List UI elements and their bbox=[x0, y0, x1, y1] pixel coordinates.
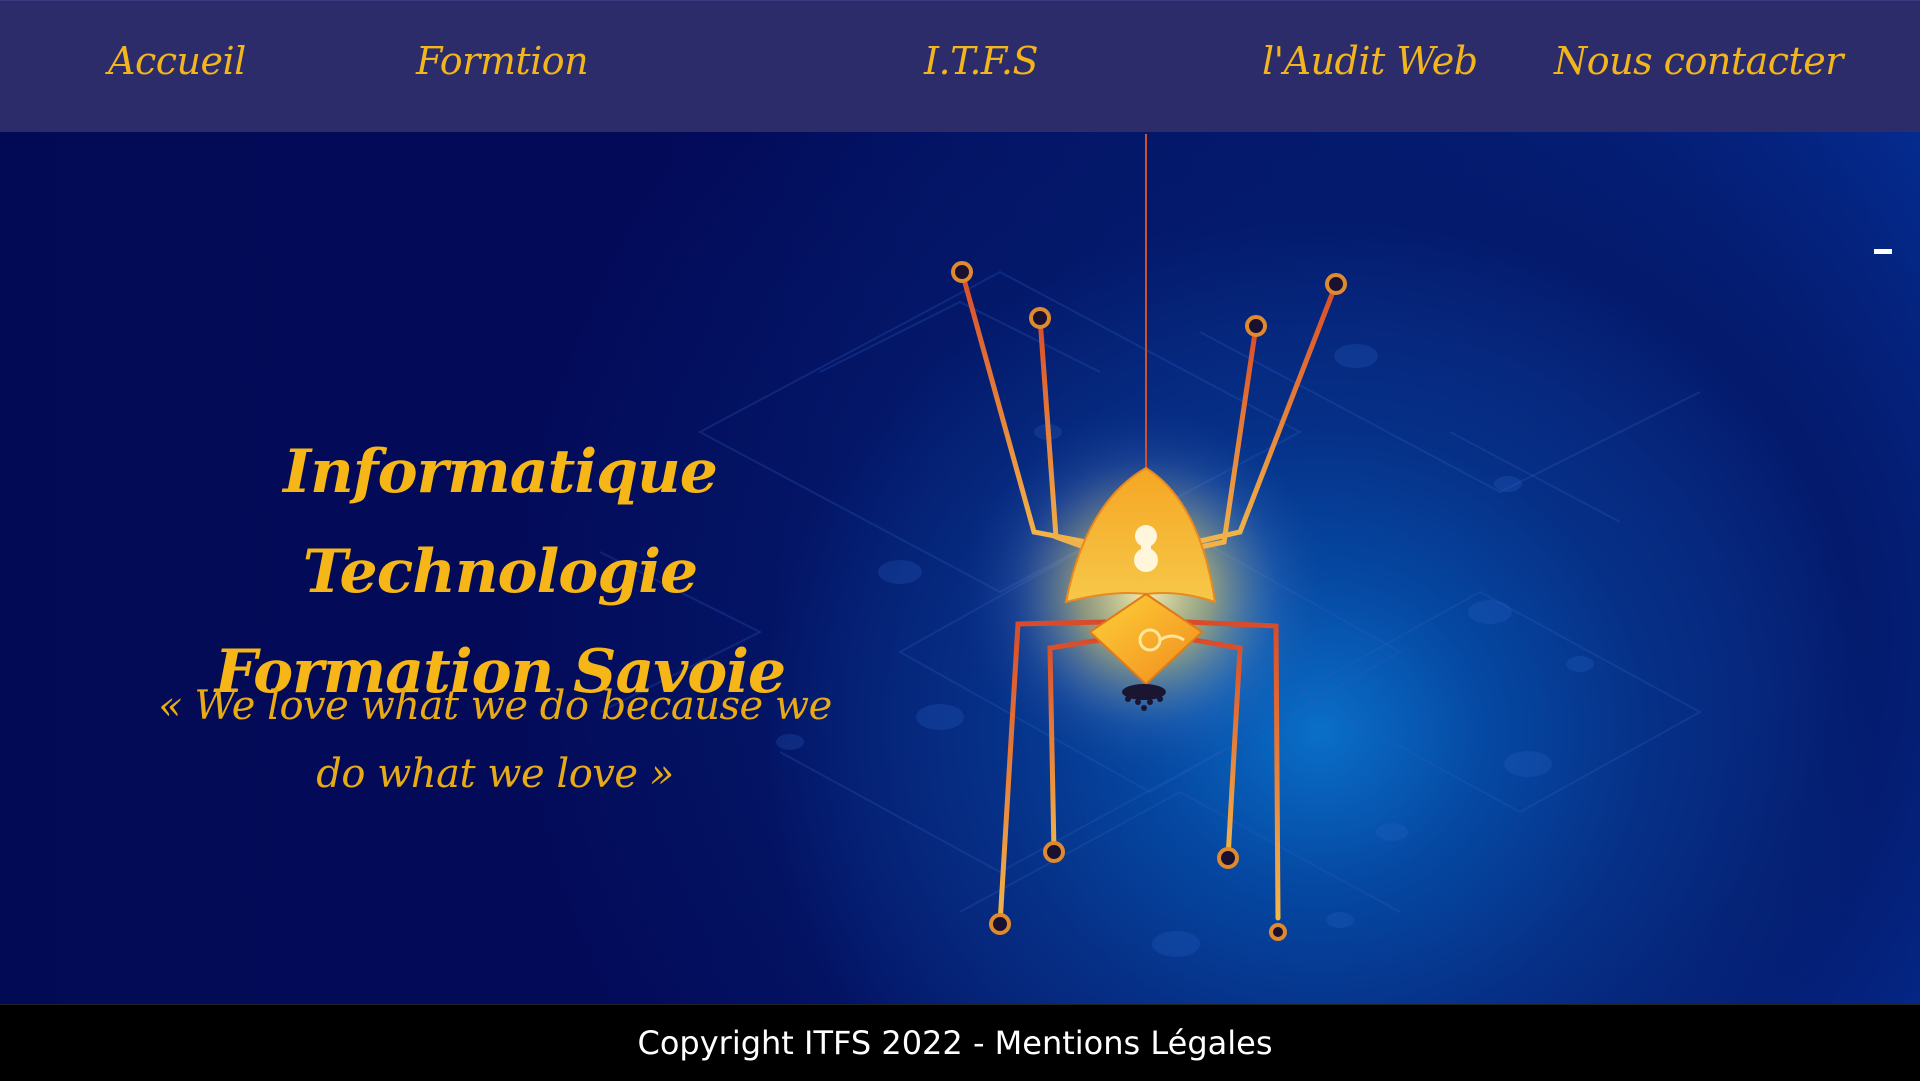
minimize-dash-icon[interactable] bbox=[1874, 249, 1892, 254]
page: Accueil Formtion I.T.F.S l'Audit Web Nou… bbox=[0, 0, 1920, 1081]
nav-audit-web-link[interactable]: l'Audit Web bbox=[1262, 39, 1478, 83]
hero-title-line-1: Informatique Technologie bbox=[283, 437, 718, 608]
hero-banner: Informatique Technologie Formation Savoi… bbox=[0, 132, 1920, 1004]
hero-quote: « We love what we do because we do what … bbox=[158, 683, 832, 797]
nav-contact-link[interactable]: Nous contacter bbox=[1554, 39, 1843, 83]
footer: Copyright ITFS 2022 - Mentions Légales bbox=[0, 1004, 1920, 1081]
nav-accueil-link[interactable]: Accueil bbox=[108, 39, 246, 83]
top-navigation: Accueil Formtion I.T.F.S l'Audit Web Nou… bbox=[0, 0, 1920, 132]
spider-bug-illustration bbox=[951, 134, 1347, 941]
nav-formation-link[interactable]: Formtion bbox=[416, 39, 589, 83]
nav-itfs-link[interactable]: I.T.F.S bbox=[924, 39, 1039, 83]
footer-copyright-text[interactable]: Copyright ITFS 2022 - Mentions Légales bbox=[637, 1024, 1272, 1062]
